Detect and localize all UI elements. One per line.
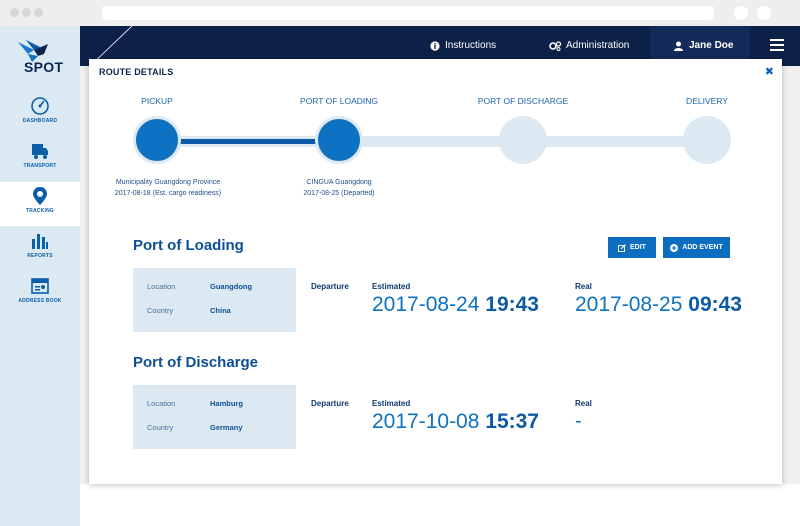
logo[interactable]: SPOT	[0, 26, 80, 90]
country-value: China	[210, 306, 231, 315]
browser-button[interactable]	[757, 6, 771, 20]
step-detail-line: Municipality Guangdong Province	[115, 179, 221, 186]
sidebar-item-label: ADDRESS BOOK	[18, 298, 62, 304]
country-key: Country	[147, 306, 174, 315]
add-event-label: ADD EVENT	[682, 244, 723, 251]
location-key: Location	[147, 282, 176, 291]
logo-text: SPOT	[24, 59, 64, 75]
truck-icon	[32, 144, 48, 159]
location-row: Location Guangdong	[147, 282, 252, 291]
sidebar-item-transport[interactable]: TRANSPORT	[0, 137, 80, 181]
sidebar-item-reports[interactable]: REPORTS	[0, 227, 80, 271]
route-details-modal: ROUTE DETAILS ✖ PICKUP PORT OF LOADING P…	[89, 59, 782, 484]
location-info-box: Location Hamburg Country Germany	[133, 385, 296, 449]
address-bar[interactable]	[102, 6, 714, 20]
sidebar-item-dashboard[interactable]: DASHBOARD	[0, 92, 80, 136]
real-datetime: 2017-08-25 09:43	[575, 293, 742, 317]
hamburger-menu-icon[interactable]	[770, 39, 784, 54]
real-date: 2017-08-25	[575, 293, 683, 316]
real-label: Real	[575, 282, 592, 291]
edit-label: EDIT	[630, 244, 646, 251]
step-detail-line: 2017-08-25 (Departed)	[303, 190, 375, 197]
gears-icon	[549, 40, 561, 51]
edit-button[interactable]: EDIT	[608, 237, 656, 258]
user-icon	[674, 41, 683, 51]
sidebar-item-label: TRANSPORT	[23, 163, 57, 169]
step-label-pickup: PICKUP	[141, 96, 173, 106]
gauge-icon	[31, 97, 49, 115]
step-node-port-of-loading[interactable]	[315, 116, 363, 164]
address-card-icon	[31, 278, 49, 294]
step-detail-port-of-loading: CINGUA Guangdong 2017-08-25 (Departed)	[303, 177, 374, 199]
bar-chart-icon	[32, 234, 48, 249]
location-value: Hamburg	[210, 399, 243, 408]
window-dot	[10, 8, 19, 17]
window-dot	[34, 8, 43, 17]
section-title-port-of-loading: Port of Loading	[133, 237, 244, 254]
estimated-label: Estimated	[372, 399, 411, 408]
browser-button[interactable]	[734, 6, 748, 20]
country-row: Country Germany	[147, 423, 243, 432]
step-label-port-of-loading: PORT OF LOADING	[299, 96, 379, 106]
administration-link[interactable]: Administration	[549, 40, 629, 51]
content-background	[80, 484, 800, 526]
step-label-delivery: DELIVERY	[686, 96, 728, 106]
country-row: Country China	[147, 306, 231, 315]
event-type: Departure	[311, 282, 349, 291]
plus-circle-icon	[670, 243, 679, 252]
sidebar-item-tracking[interactable]: TRACKING	[0, 182, 80, 226]
user-name: Jane Doe	[689, 40, 734, 51]
stepper-progress	[157, 139, 339, 144]
add-event-button[interactable]: ADD EVENT	[663, 237, 730, 258]
instructions-link[interactable]: Instructions	[430, 40, 496, 51]
map-pin-icon	[33, 187, 47, 205]
browser-chrome	[0, 0, 800, 26]
estimated-datetime: 2017-08-24 19:43	[372, 293, 539, 317]
step-label-port-of-discharge: PORT OF DISCHARGE	[477, 96, 569, 106]
location-key: Location	[147, 399, 176, 408]
real-time: 09:43	[688, 293, 742, 316]
route-stepper: PICKUP PORT OF LOADING PORT OF DISCHARGE…	[89, 59, 782, 209]
estimated-date: 2017-08-24	[372, 293, 480, 316]
country-key: Country	[147, 423, 174, 432]
location-info-box: Location Guangdong Country China	[133, 268, 296, 332]
sidebar: SPOT DASHBOARD TRANSPORT TRACKING REPORT…	[0, 26, 80, 526]
sidebar-item-label: TRACKING	[26, 208, 54, 214]
section-title-port-of-discharge: Port of Discharge	[133, 354, 259, 371]
estimated-time: 15:37	[485, 410, 539, 433]
event-type: Departure	[311, 399, 349, 408]
sidebar-item-label: DASHBOARD	[22, 118, 58, 124]
real-label: Real	[575, 399, 592, 408]
instructions-label: Instructions	[445, 40, 497, 51]
info-icon	[430, 40, 440, 51]
estimated-date: 2017-10-08	[372, 410, 480, 433]
edit-icon	[618, 243, 626, 252]
country-value: Germany	[210, 423, 243, 432]
real-value: -	[575, 410, 582, 432]
step-detail-pickup: Municipality Guangdong Province 2017-08-…	[115, 177, 221, 199]
administration-label: Administration	[566, 40, 630, 51]
window-dot	[22, 8, 31, 17]
estimated-datetime: 2017-10-08 15:37	[372, 410, 539, 434]
step-node-port-of-discharge[interactable]	[499, 116, 547, 164]
location-row: Location Hamburg	[147, 399, 243, 408]
step-detail-line: 2017-08-18 (Est. cargo readiness)	[114, 190, 222, 197]
step-detail-line: CINGUA Guangdong	[306, 179, 372, 186]
step-node-pickup[interactable]	[133, 116, 181, 164]
step-node-delivery[interactable]	[683, 116, 731, 164]
sidebar-item-label: REPORTS	[27, 253, 53, 259]
estimated-time: 19:43	[485, 293, 539, 316]
estimated-label: Estimated	[372, 282, 411, 291]
location-value: Guangdong	[210, 282, 253, 291]
sidebar-item-address-book[interactable]: ADDRESS BOOK	[0, 272, 80, 316]
